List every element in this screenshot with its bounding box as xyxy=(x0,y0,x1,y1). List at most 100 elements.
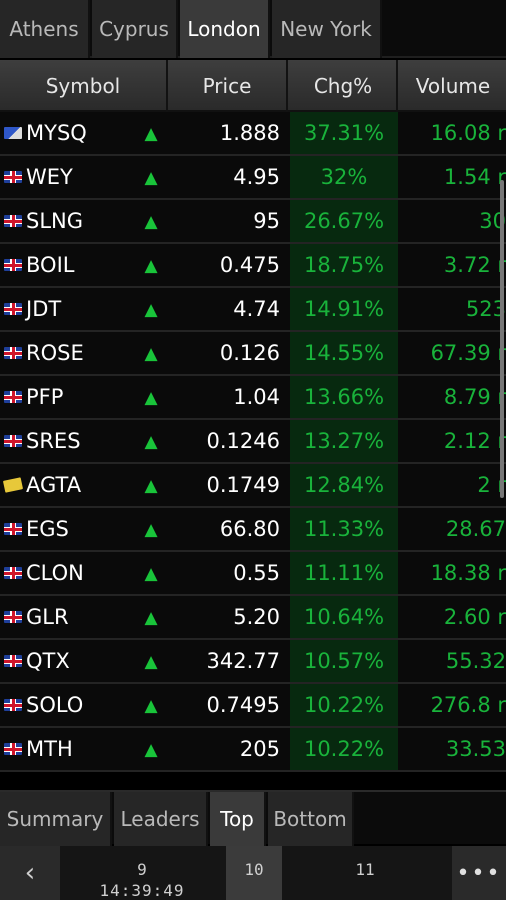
table-row[interactable]: BOIL ▲ 0.475 18.75% 3.72 r xyxy=(0,244,506,288)
flag-icon xyxy=(4,127,22,139)
flag-icon xyxy=(4,435,22,447)
trend-up-icon: ▲ xyxy=(144,432,158,452)
symbol-text: SLNG xyxy=(26,209,84,233)
flag-icon xyxy=(4,347,22,359)
change-cell: 37.31% xyxy=(290,112,398,154)
tab-new-york[interactable]: New York xyxy=(272,0,382,58)
flag-icon xyxy=(4,303,22,315)
table-row[interactable]: GLR ▲ 5.20 10.64% 2.60 r xyxy=(0,596,506,640)
volume-cell: 2 r xyxy=(400,464,506,506)
flag-icon xyxy=(4,699,22,711)
table-row[interactable]: PFP ▲ 1.04 13.66% 8.79 r xyxy=(0,376,506,420)
tab-athens[interactable]: Athens xyxy=(0,0,90,58)
table-row[interactable]: MYSQ ▲ 1.888 37.31% 16.08 r xyxy=(0,112,506,156)
volume-text: 33.53 xyxy=(445,737,506,761)
volume-text: 18.38 r xyxy=(430,561,506,585)
symbol-text: PFP xyxy=(26,385,64,409)
column-volume[interactable]: Volume xyxy=(400,60,506,112)
change-cell: 26.67% xyxy=(290,200,398,242)
tab-cyprus[interactable]: Cyprus xyxy=(92,0,178,58)
table-row[interactable]: MTH ▲ 205 10.22% 33.53 xyxy=(0,728,506,772)
change-cell: 11.11% xyxy=(290,552,398,594)
volume-cell: 55.32 xyxy=(400,640,506,682)
table-row[interactable]: EGS ▲ 66.80 11.33% 28.67 xyxy=(0,508,506,552)
tab-top[interactable]: Top xyxy=(210,792,266,846)
page-10[interactable]: 10 xyxy=(226,846,282,900)
trend-up-icon: ▲ xyxy=(144,696,158,716)
table-header: Symbol Price Chg% Volume xyxy=(0,60,506,112)
change-cell: 13.66% xyxy=(290,376,398,418)
trend-up-icon: ▲ xyxy=(144,476,158,496)
flag-icon xyxy=(4,655,22,667)
table-row[interactable]: SOLO ▲ 0.7495 10.22% 276.8 r xyxy=(0,684,506,728)
tab-summary[interactable]: Summary xyxy=(0,792,112,846)
tab-leaders[interactable]: Leaders xyxy=(114,792,208,846)
flag-icon xyxy=(4,171,22,183)
symbol-text: ROSE xyxy=(26,341,84,365)
flag-icon xyxy=(4,391,22,403)
page-number: 9 xyxy=(137,860,147,879)
table-row[interactable]: SLNG ▲ 95 26.67% 30 xyxy=(0,200,506,244)
table-row[interactable]: WEY ▲ 4.95 32% 1.54 r xyxy=(0,156,506,200)
column-price[interactable]: Price xyxy=(168,60,288,112)
table-row[interactable]: QTX ▲ 342.77 10.57% 55.32 xyxy=(0,640,506,684)
trend-up-icon: ▲ xyxy=(144,300,158,320)
volume-cell: 30 xyxy=(400,200,506,242)
symbol-text: MYSQ xyxy=(26,121,87,145)
trend-up-icon: ▲ xyxy=(144,740,158,760)
flag-icon xyxy=(4,259,22,271)
symbol-text: MTH xyxy=(26,737,73,761)
price-cell: 95 xyxy=(253,209,280,233)
price-cell: 0.1749 xyxy=(206,473,280,497)
trend-up-icon: ▲ xyxy=(144,256,158,276)
page-11[interactable]: 11 xyxy=(300,846,430,900)
trend-up-icon: ▲ xyxy=(144,564,158,584)
price-cell: 1.04 xyxy=(233,385,280,409)
volume-text: 276.8 r xyxy=(430,693,506,717)
price-cell: 66.80 xyxy=(219,517,280,541)
column-chg[interactable]: Chg% xyxy=(290,60,398,112)
trend-up-icon: ▲ xyxy=(144,608,158,628)
change-cell: 10.22% xyxy=(290,684,398,726)
volume-cell: 28.67 xyxy=(400,508,506,550)
change-cell: 10.64% xyxy=(290,596,398,638)
symbol-text: GLR xyxy=(26,605,69,629)
scrollbar[interactable] xyxy=(500,180,504,498)
volume-cell: 2.60 r xyxy=(400,596,506,638)
change-cell: 14.55% xyxy=(290,332,398,374)
price-cell: 5.20 xyxy=(233,605,280,629)
trend-up-icon: ▲ xyxy=(144,124,158,144)
back-button[interactable]: ‹ xyxy=(0,846,60,900)
trend-up-icon: ▲ xyxy=(144,520,158,540)
price-cell: 1.888 xyxy=(219,121,280,145)
volume-text: 3.72 r xyxy=(443,253,506,277)
table-row[interactable]: AGTA ▲ 0.1749 12.84% 2 r xyxy=(0,464,506,508)
trend-up-icon: ▲ xyxy=(144,168,158,188)
flag-icon xyxy=(2,477,24,493)
table-row[interactable]: ROSE ▲ 0.126 14.55% 67.39 r xyxy=(0,332,506,376)
tab-london[interactable]: London xyxy=(180,0,270,58)
symbol-text: SOLO xyxy=(26,693,84,717)
more-button[interactable]: ••• xyxy=(452,846,506,900)
volume-cell: 1.54 r xyxy=(400,156,506,198)
flag-icon xyxy=(4,215,22,227)
change-cell: 32% xyxy=(290,156,398,198)
change-cell: 12.84% xyxy=(290,464,398,506)
column-symbol[interactable]: Symbol xyxy=(0,60,168,112)
volume-text: 1.54 r xyxy=(443,165,506,189)
page-9[interactable]: 9 14:39:49 xyxy=(66,846,218,900)
volume-cell: 8.79 r xyxy=(400,376,506,418)
view-tabs: Summary Leaders Top Bottom xyxy=(0,790,506,846)
price-cell: 4.95 xyxy=(233,165,280,189)
price-cell: 0.475 xyxy=(219,253,280,277)
table-row[interactable]: JDT ▲ 4.74 14.91% 523 xyxy=(0,288,506,332)
table-row[interactable]: SRES ▲ 0.1246 13.27% 2.12 r xyxy=(0,420,506,464)
volume-cell: 276.8 r xyxy=(400,684,506,726)
trend-up-icon: ▲ xyxy=(144,344,158,364)
price-cell: 342.77 xyxy=(206,649,280,673)
table-row[interactable]: CLON ▲ 0.55 11.11% 18.38 r xyxy=(0,552,506,596)
tab-bottom[interactable]: Bottom xyxy=(268,792,354,846)
price-cell: 0.55 xyxy=(233,561,280,585)
market-tabs: Athens Cyprus London New York xyxy=(0,0,506,58)
change-cell: 10.57% xyxy=(290,640,398,682)
